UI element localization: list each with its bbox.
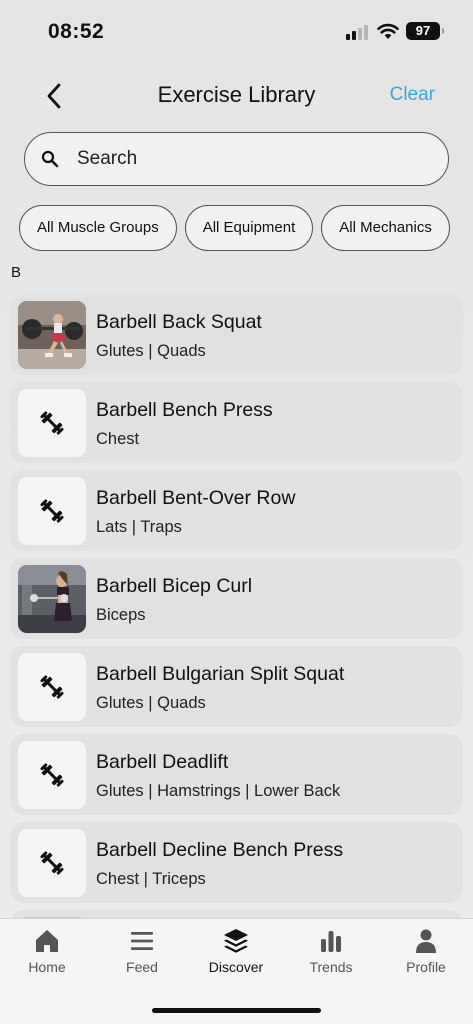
exercise-row[interactable]: Barbell Back Squat Glutes | Quads	[10, 294, 463, 375]
tab-home[interactable]: Home	[7, 927, 87, 975]
exercise-muscles: Biceps	[96, 606, 146, 624]
barbell-icon	[18, 477, 86, 545]
exercise-name: Barbell Bench Press	[96, 399, 273, 421]
tab-label: Trends	[309, 959, 353, 975]
tab-label: Profile	[406, 959, 446, 975]
back-button[interactable]	[38, 80, 70, 112]
exercise-muscles: Glutes | Hamstrings | Lower Back	[96, 782, 341, 800]
home-icon	[36, 930, 58, 952]
exercise-list: Barbell Back Squat Glutes | Quads Barbel…	[10, 294, 463, 998]
exercise-row[interactable]: Barbell Bicep Curl Biceps	[10, 558, 463, 639]
tab-label: Home	[28, 959, 66, 975]
exercise-photo-squat	[18, 301, 86, 369]
tab-discover[interactable]: Discover	[196, 927, 276, 975]
equipment-filter-chip[interactable]: All Equipment	[184, 205, 314, 251]
exercise-row[interactable]: Barbell Bent-Over Row Lats | Traps	[10, 470, 463, 551]
nav-header: Exercise Library Clear	[0, 68, 473, 124]
cellular-signal-icon	[346, 24, 370, 40]
mechanics-filter-chip[interactable]: All Mechanics	[321, 205, 450, 251]
app-screen: 08:52 97 Exercise Library Clear Search A…	[0, 0, 473, 1024]
muscle-group-filter-chip[interactable]: All Muscle Groups	[19, 205, 177, 251]
menu-icon	[131, 932, 153, 950]
exercise-name: Barbell Bent-Over Row	[96, 487, 296, 509]
tab-profile[interactable]: Profile	[386, 927, 466, 975]
exercise-name: Barbell Bulgarian Split Squat	[96, 663, 345, 685]
wifi-icon	[377, 23, 399, 39]
person-icon	[416, 929, 436, 953]
tab-label: Discover	[208, 959, 264, 975]
chevron-left-icon	[47, 83, 61, 109]
exercise-muscles: Chest | Triceps	[96, 870, 206, 888]
exercise-muscles: Glutes | Quads	[96, 694, 206, 712]
barbell-icon	[18, 389, 86, 457]
home-indicator	[152, 1008, 321, 1013]
status-bar: 08:52 97	[0, 0, 473, 60]
filter-chip-row: All Muscle Groups All Equipment All Mechan…	[19, 205, 454, 251]
exercise-row[interactable]: Barbell Bench Press Chest	[10, 382, 463, 463]
battery-indicator: 97	[406, 22, 444, 40]
barbell-icon	[18, 829, 86, 897]
barbell-icon	[18, 741, 86, 809]
section-header-letter: B	[11, 264, 22, 281]
exercise-name: Barbell Deadlift	[96, 751, 229, 773]
exercise-row[interactable]: Barbell Bulgarian Split Squat Glutes | Q…	[10, 646, 463, 727]
clear-button[interactable]: Clear	[390, 84, 435, 106]
bar-chart-icon	[321, 931, 341, 952]
tab-trends[interactable]: Trends	[291, 927, 371, 975]
tab-label: Feed	[126, 959, 158, 975]
exercise-name: Barbell Back Squat	[96, 311, 262, 333]
status-time: 08:52	[48, 20, 105, 43]
layers-icon	[224, 929, 248, 953]
search-icon	[41, 150, 59, 168]
exercise-muscles: Chest	[96, 430, 140, 448]
exercise-muscles: Glutes | Quads	[96, 342, 206, 360]
tab-feed[interactable]: Feed	[102, 927, 182, 975]
exercise-name: Barbell Decline Bench Press	[96, 839, 344, 861]
barbell-icon	[18, 653, 86, 721]
search-input[interactable]	[77, 148, 417, 170]
exercise-muscles: Lats | Traps	[96, 518, 182, 536]
exercise-photo-curl	[18, 565, 86, 633]
exercise-name: Barbell Bicep Curl	[96, 575, 253, 597]
search-bar[interactable]	[24, 132, 449, 186]
exercise-row[interactable]: Barbell Decline Bench Press Chest | Tric…	[10, 822, 463, 903]
exercise-row[interactable]: Barbell Deadlift Glutes | Hamstrings | L…	[10, 734, 463, 815]
